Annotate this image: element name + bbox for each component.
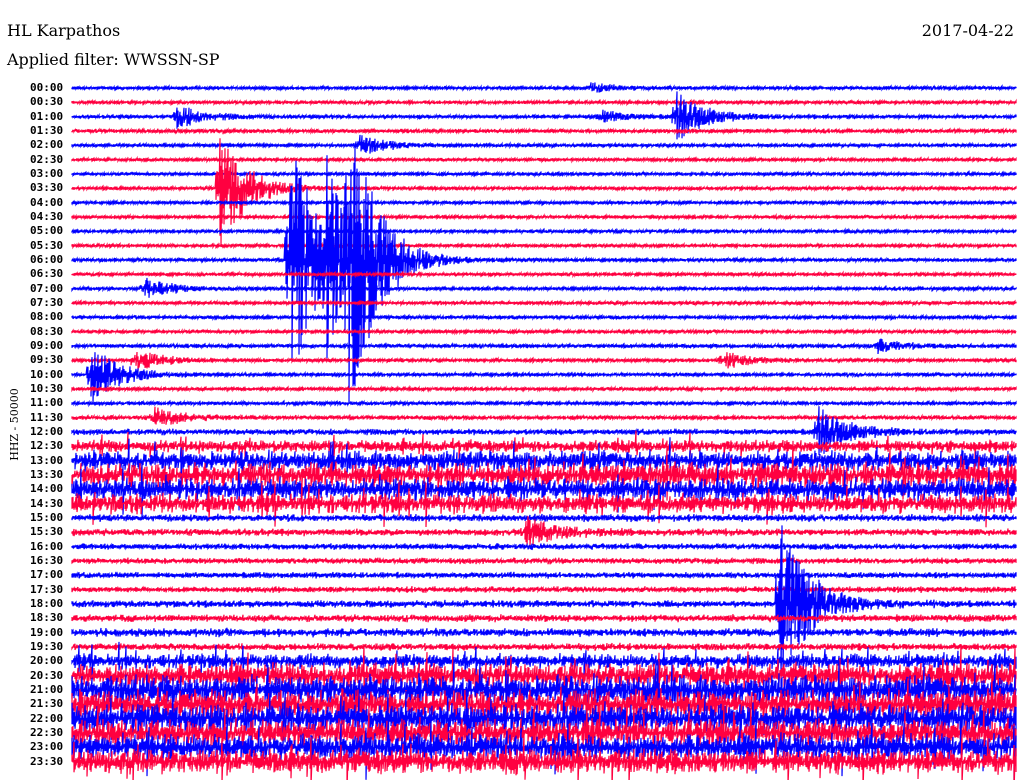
trace-line bbox=[71, 82, 1017, 93]
trace-line bbox=[71, 313, 1017, 322]
trace-line bbox=[71, 585, 1017, 594]
trace-line bbox=[71, 212, 1017, 222]
trace-line bbox=[71, 277, 1017, 298]
trace-line bbox=[71, 227, 1017, 236]
trace-line bbox=[71, 338, 1017, 355]
helicorder-chart: HL Karpathos Applied filter: WWSSN-SP 20… bbox=[0, 0, 1024, 780]
trace-line bbox=[71, 169, 1017, 178]
trace-line bbox=[71, 98, 1017, 107]
trace-line bbox=[71, 614, 1017, 623]
trace-line bbox=[71, 627, 1017, 638]
trace-line bbox=[71, 351, 1017, 371]
trace-line bbox=[71, 384, 1017, 394]
trace-line bbox=[71, 542, 1017, 551]
trace-line bbox=[71, 571, 1017, 580]
trace-line bbox=[71, 241, 1017, 250]
trace-line bbox=[71, 642, 1017, 651]
trace-line bbox=[71, 399, 1017, 408]
trace-line bbox=[71, 298, 1017, 308]
trace-line bbox=[71, 134, 1017, 154]
trace-line bbox=[71, 327, 1017, 336]
trace-line bbox=[71, 198, 1017, 207]
trace-line bbox=[71, 155, 1017, 164]
trace-line bbox=[71, 556, 1017, 566]
trace-line bbox=[71, 513, 1017, 523]
trace-line bbox=[71, 126, 1017, 136]
trace-line bbox=[71, 525, 1017, 694]
trace-line bbox=[71, 406, 1017, 425]
trace-plot bbox=[71, 82, 1017, 780]
trace-line bbox=[71, 270, 1017, 279]
